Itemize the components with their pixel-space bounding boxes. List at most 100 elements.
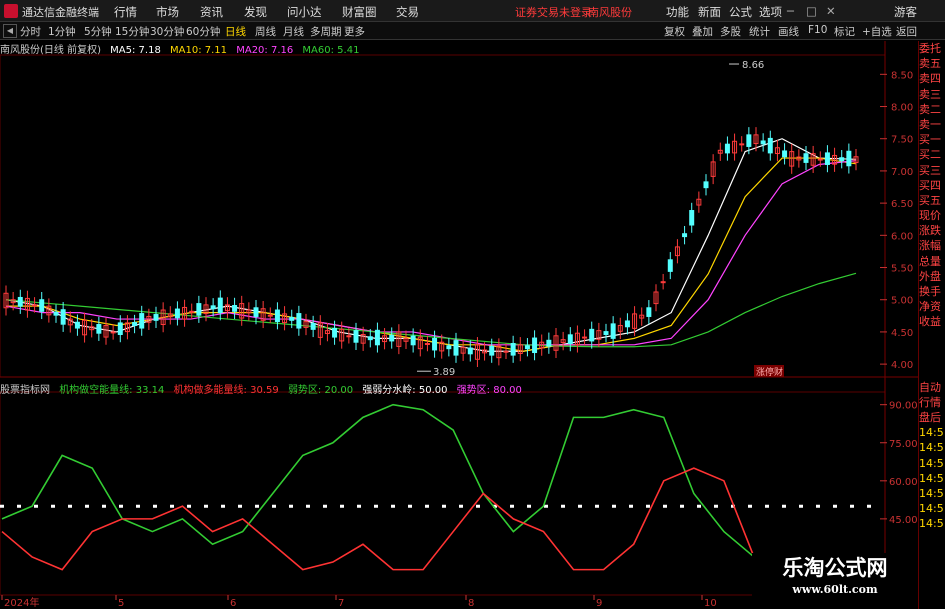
candle-body [217, 297, 223, 314]
candle-body [667, 259, 673, 272]
candle-body [724, 143, 730, 154]
candle-body [567, 334, 573, 345]
candle-body [53, 311, 59, 316]
stock-label: 南风股份(日线 前复权) [0, 45, 101, 56]
watermark: 乐淘公式网 www.60lt.com [752, 553, 918, 609]
side-panel-bottom-item: 14:5 [919, 456, 944, 470]
side-panel-item: 总量 [919, 254, 941, 268]
candle-body [17, 296, 23, 307]
candle-body [232, 305, 238, 312]
candle-body [767, 137, 773, 154]
indicator-y-tick-label: 60.00 [889, 477, 918, 488]
candle-body [582, 336, 588, 339]
divide-label: 强弱分水岭: 50.00 [362, 385, 448, 396]
candle-body [346, 335, 352, 338]
candle-body [589, 328, 595, 342]
side-panel-bottom-item[interactable]: 自动 [919, 380, 945, 395]
candle-body [274, 309, 280, 323]
side-panel-item: 卖一 [919, 117, 941, 131]
candle-body [267, 314, 273, 317]
x-tick-label: 5 [118, 598, 124, 609]
candle-body [803, 153, 809, 163]
candle-body [410, 335, 416, 346]
indicator-y-tick-label: 90.00 [889, 401, 918, 412]
candle-body [432, 337, 438, 351]
side-panel-item: 买四 [919, 178, 941, 192]
candle-body [374, 329, 380, 346]
candle-body [74, 321, 80, 329]
candle-body [353, 330, 359, 343]
side-panel-item: 卖三 [919, 87, 941, 101]
candle-body [503, 350, 509, 353]
low-price-label: 3.89 [433, 367, 455, 378]
side-panel-item: 外盘 [919, 269, 941, 283]
x-tick-label: 10 [704, 598, 717, 609]
y-tick-label: 4.50 [891, 328, 913, 339]
weak-zone-label: 弱势区: 20.00 [287, 385, 354, 396]
side-panel-item: 涨幅 [919, 239, 941, 253]
side-panel-bottom-item: 14:5 [919, 486, 944, 500]
candle-body [32, 304, 38, 307]
candle-body [289, 316, 295, 321]
candle-body [96, 324, 102, 334]
candle-body [132, 322, 138, 326]
candle-body [846, 150, 852, 167]
ma10-label: MA10: 7.11 [170, 45, 228, 56]
side-panel-item: 涨跌 [919, 224, 941, 238]
short-energy-label: 机构做空能量线: 33.14 [59, 385, 165, 396]
main-panel-frame [0, 54, 886, 378]
candle-body [453, 340, 459, 356]
candle-body [739, 143, 745, 146]
candle-body [117, 322, 123, 335]
candle-body [424, 343, 430, 346]
candle-body [824, 152, 830, 165]
y-tick-label: 6.50 [891, 199, 913, 210]
candle-body [760, 140, 766, 145]
candle-body [367, 336, 373, 341]
ma5-label: MA5: 7.18 [110, 45, 161, 56]
indicator-y-tick-label: 75.00 [889, 439, 918, 450]
candle-body [746, 134, 752, 147]
main-chart-legend: 南风股份(日线 前复权) MA5: 7.18 MA10: 7.11 MA20: … [0, 41, 365, 56]
candle-body [174, 308, 180, 319]
candle-body [310, 323, 316, 330]
candle-body [624, 320, 630, 328]
side-panel-item: 买五 [919, 193, 941, 207]
candle-body [782, 150, 788, 158]
x-tick-label: 7 [338, 598, 344, 609]
y-tick-label: 5.00 [891, 296, 913, 307]
candle-body [196, 303, 202, 316]
candle-body [646, 307, 652, 317]
side-panel-bottom-item: 14:5 [919, 426, 944, 440]
kline-chart[interactable]: 8.50 8.00 7.50 7.00 6.50 6.00 5.50 5.00 4.50 4.00… [0, 0, 945, 609]
candle-body [532, 337, 538, 354]
side-panel-item: 卖二 [919, 102, 941, 116]
candle-body [510, 343, 516, 356]
y-tick-label: 4.00 [891, 360, 913, 371]
side-panel-item: 换手 [919, 285, 941, 298]
candle-body [610, 323, 616, 339]
candle-body [839, 157, 845, 162]
indicator-name[interactable]: 股票指标网 [0, 385, 50, 396]
y-tick-label: 8.50 [891, 70, 913, 81]
side-panel-item: 委托 [919, 42, 941, 55]
ma20-label: MA20: 7.16 [236, 45, 294, 56]
side-panel-item: 卖四 [919, 72, 941, 86]
candle-body [210, 305, 216, 310]
news-badge-label: 涨停财 [756, 366, 783, 378]
watermark-url: www.60lt.com [792, 583, 878, 596]
side-panel-bottom-item[interactable]: 盘后 [919, 410, 945, 425]
side-panel-item: 卖五 [919, 57, 941, 71]
side-panel-item: 收益 [919, 315, 941, 329]
indicator-y-tick-label: 45.00 [889, 515, 918, 526]
x-tick-label: 9 [596, 598, 602, 609]
candle-body [332, 327, 338, 338]
candle-body [189, 310, 195, 313]
y-tick-label: 7.00 [891, 167, 913, 178]
side-panel-item: 买一 [919, 133, 941, 147]
side-panel-bottom-item[interactable]: 行情 [919, 395, 945, 410]
candle-body [296, 313, 302, 329]
candle-body [389, 334, 395, 342]
quote-side-panel: 委托 卖五 卖四 卖三 卖二 卖一 买一 买二 买三 买四 买五 现价 涨跌 涨幅 总量 外盘 换手 净资 收益 自… [918, 41, 945, 609]
x-tick-label: 2024年 [4, 596, 39, 609]
